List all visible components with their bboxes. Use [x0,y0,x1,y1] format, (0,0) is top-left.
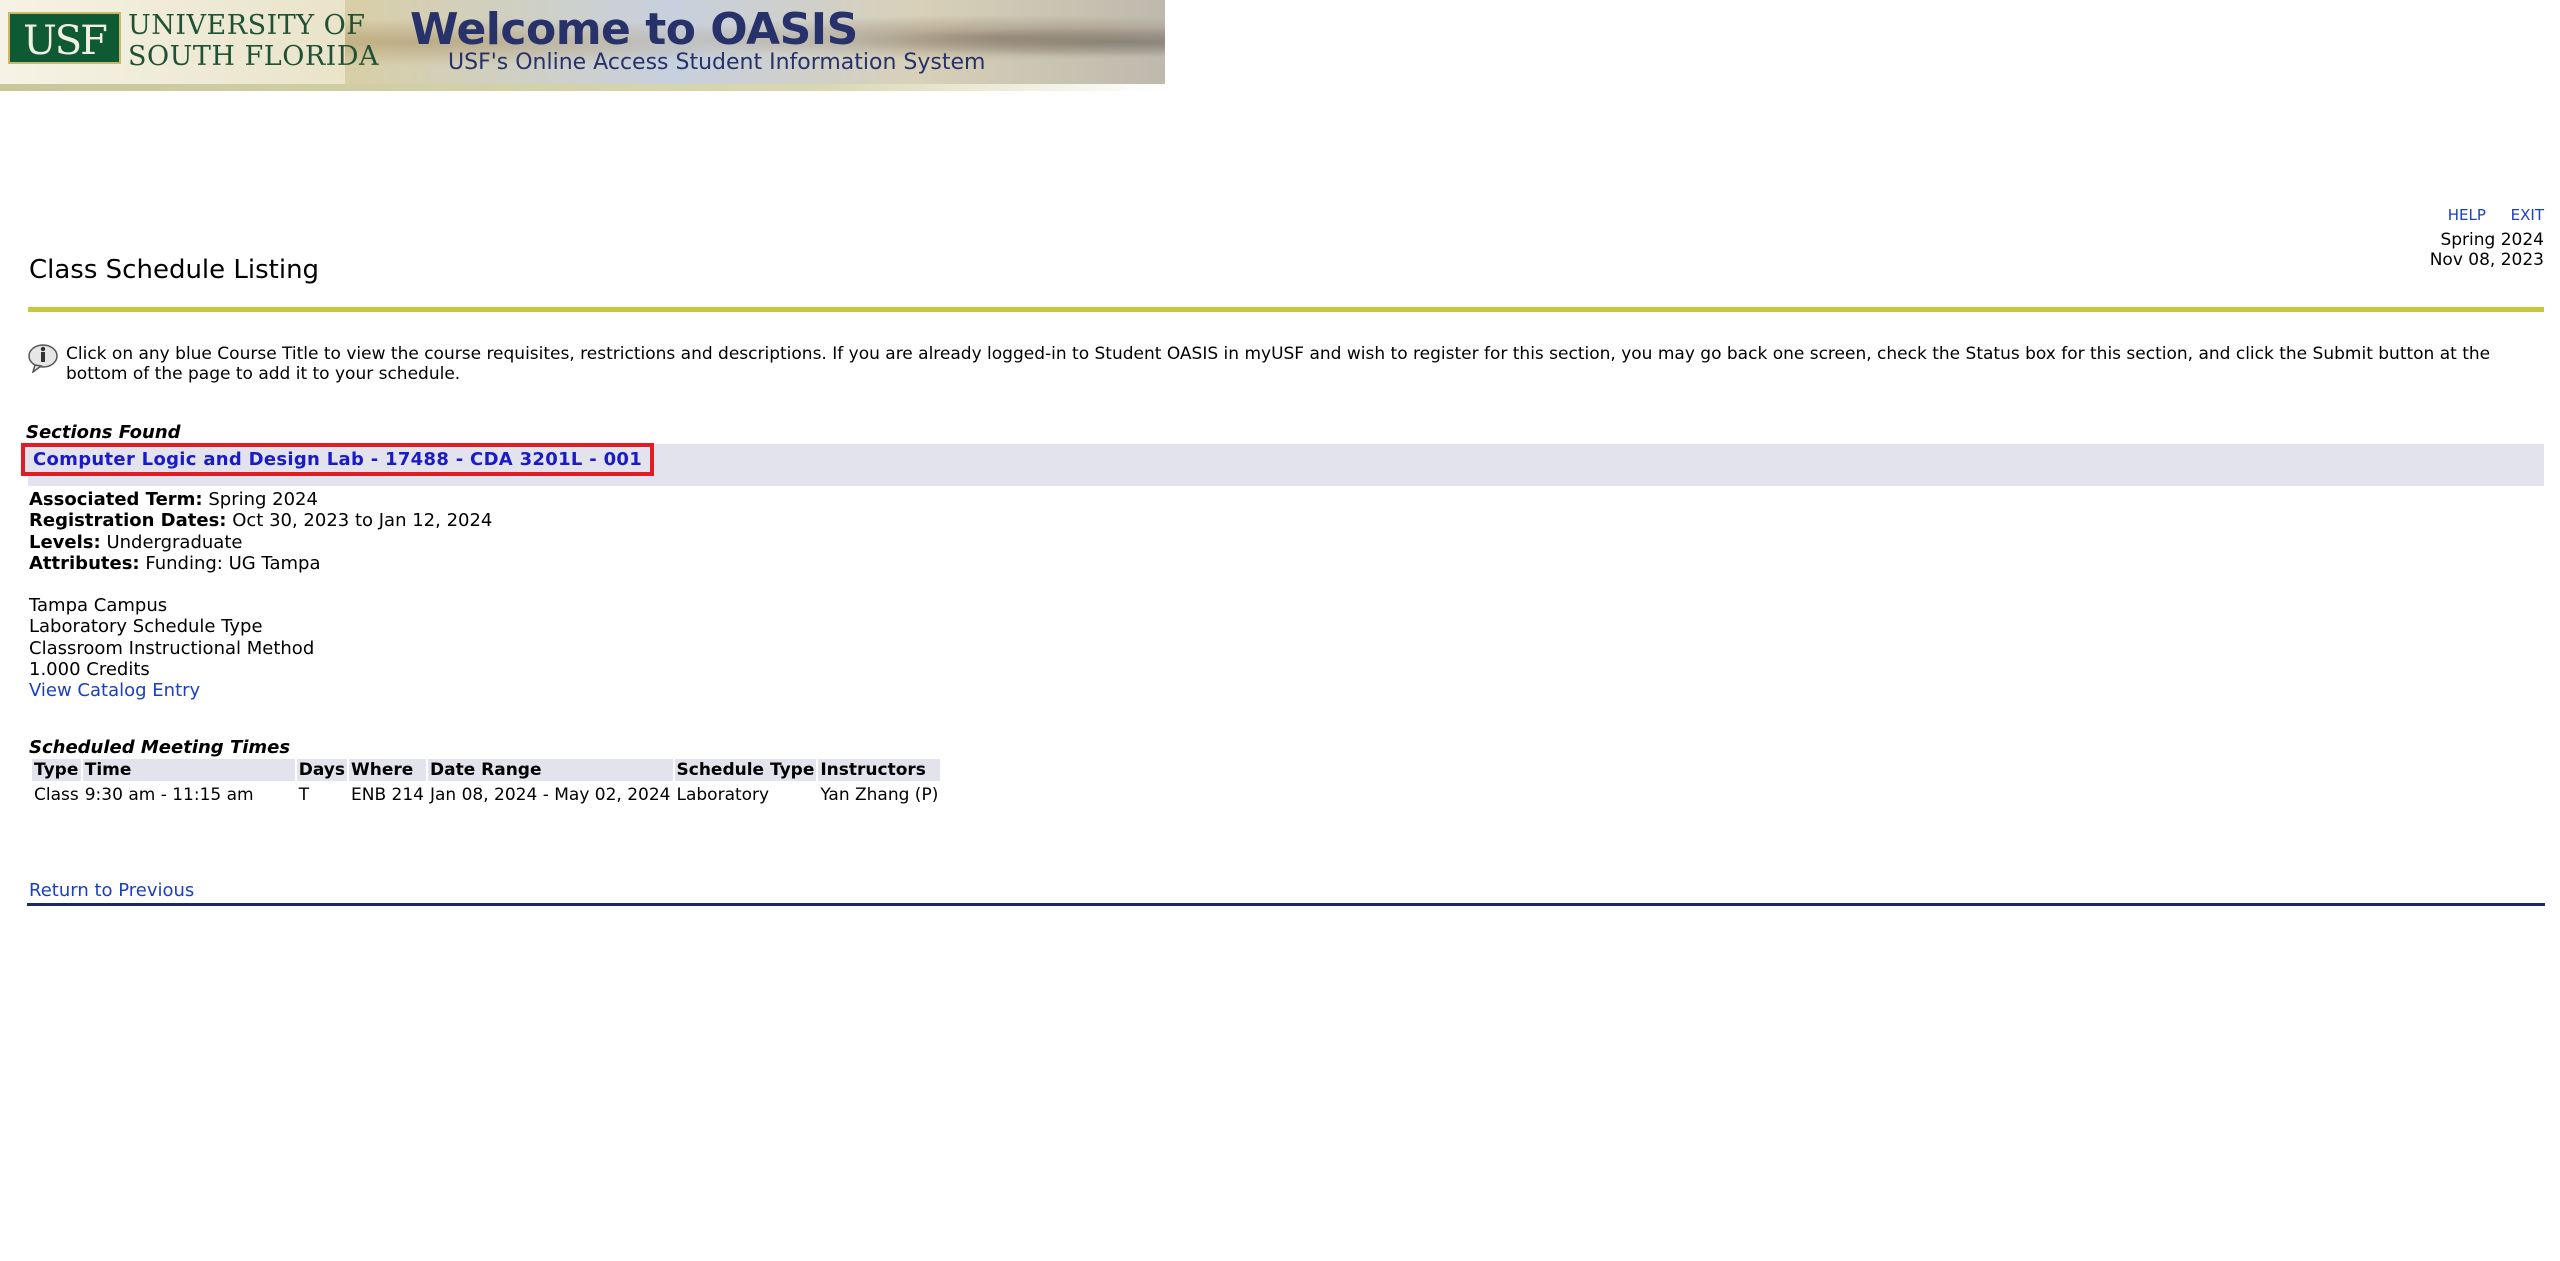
registration-dates-label: Registration Dates: [29,510,227,532]
table-row: Class 9:30 am - 11:15 am T ENB 214 Jan 0… [32,781,940,809]
banner-bottom-strip [0,84,1165,91]
associated-term-row: Associated Term: Spring 2024 [29,489,492,510]
column-header: Type [32,759,81,781]
meeting-times-heading: Scheduled Meeting Times [29,737,291,758]
table-cell: Class [34,785,79,805]
exit-link[interactable]: EXIT [2511,206,2544,224]
associated-term-label: Associated Term: [29,489,203,510]
table-cell: 9:30 am - 11:15 am [84,785,254,805]
university-name-line1: UNIVERSITY OF [128,10,366,41]
sections-found-heading: Sections Found [26,422,181,443]
registration-dates-row: Registration Dates: Oct 30, 2023 to Jan … [29,510,492,531]
attributes-label: Attributes: [29,552,140,574]
university-name: UNIVERSITY OF SOUTH FLORIDA [128,10,379,72]
title-divider [28,307,2544,312]
instructional-method: Classroom Instructional Method [29,637,315,659]
course-title-link[interactable]: Computer Logic and Design Lab - 17488 - … [21,443,655,476]
column-header: Date Range [427,759,673,781]
levels-value: Undergraduate [106,531,243,553]
column-header: Schedule Type [674,759,817,781]
column-header: Days [296,759,347,781]
column-header: Instructors [818,759,941,781]
usf-logo-letters: USF [23,18,108,64]
top-links: HELP EXIT [2428,206,2544,224]
table-header-row: Type Time Days Where Date Range Schedule… [32,759,941,781]
table-cell: Jan 08, 2024 - May 02, 2024 [429,785,671,805]
welcome-heading: Welcome to OASIS [410,4,858,55]
associated-term-value: Spring 2024 [208,489,318,510]
levels-label: Levels: [29,531,101,553]
section-details: Associated Term: Spring 2024 Registratio… [29,489,492,702]
current-date: Nov 08, 2023 [2429,250,2544,270]
table-cell: ENB 214 [351,785,424,805]
usf-logo: USF [8,12,121,64]
attributes-row: Attributes: Funding: UG Tampa [29,553,492,574]
registration-dates-value: Oct 30, 2023 to Jan 12, 2024 [232,510,493,532]
oasis-subtitle: USF's Online Access Student Information … [448,50,986,75]
attributes-value: Funding: UG Tampa [145,552,321,574]
university-name-line2: SOUTH FLORIDA [128,41,379,72]
column-header: Time [82,759,295,781]
page-title: Class Schedule Listing [29,255,320,285]
return-to-previous-link[interactable]: Return to Previous [29,880,194,901]
instructor-cell: Yan Zhang (P) [820,785,939,805]
info-message: Click on any blue Course Title to view t… [66,344,2491,384]
usf-oasis-banner: USF UNIVERSITY OF SOUTH FLORIDA Welcome … [0,0,1165,91]
view-catalog-entry-link[interactable]: View Catalog Entry [29,680,200,701]
table-cell: Laboratory [676,785,770,805]
help-link[interactable]: HELP [2448,206,2486,224]
bottom-divider [27,903,2545,906]
meeting-times-table: Type Time Days Where Date Range Schedule… [30,759,942,809]
info-icon [28,344,58,373]
term-info: Spring 2024 Nov 08, 2023 [2430,230,2544,270]
schedule-type: Laboratory Schedule Type [29,616,263,638]
campus: Tampa Campus [29,595,168,617]
credits: 1.000 Credits [29,659,150,681]
levels-row: Levels: Undergraduate [29,532,492,553]
table-cell: T [298,785,310,805]
column-header: Where [349,759,426,781]
current-term: Spring 2024 [2440,230,2544,250]
